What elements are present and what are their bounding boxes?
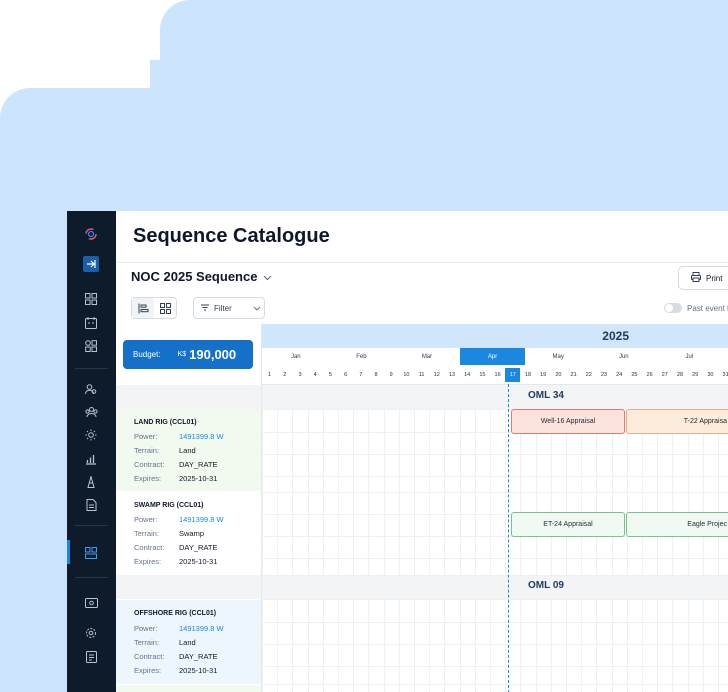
rig-contract: DAY_RATE: [179, 543, 218, 552]
filter-label: Filter: [214, 303, 232, 313]
billing-icon[interactable]: [83, 595, 99, 611]
rig-expires-row: Expires: 2025-10-31: [134, 474, 218, 483]
rig-expires-row: Expires: 2025-10-31: [134, 666, 218, 675]
rig-contract-row: Contract: DAY_RATE: [134, 652, 218, 661]
event-bar[interactable]: ET-24 Appraisal: [511, 512, 625, 537]
rig-power-row: Power: 1491399.8 W: [134, 624, 224, 633]
rig-expires-row: Expires: 2025-10-31: [134, 557, 218, 566]
settings-icon[interactable]: [83, 625, 99, 641]
rig-contract-row: Contract: DAY_RATE: [134, 543, 218, 552]
dashboard-icon[interactable]: [83, 291, 99, 307]
header-divider: [116, 262, 728, 263]
timeline-view-icon[interactable]: [132, 298, 154, 318]
rig-name: OFFSHORE RIG (CCL01): [134, 610, 217, 617]
view-toggle: [131, 297, 177, 319]
rig-contract: DAY_RATE: [179, 460, 218, 469]
event-bar[interactable]: Eagle Projec: [626, 512, 728, 537]
rig-terrain: Swamp: [179, 529, 205, 538]
page-title: Sequence Catalogue: [133, 225, 330, 247]
toggle-switch[interactable]: [664, 303, 682, 313]
budget-card: Budget: K$ 190,000: [123, 340, 253, 369]
rig-power-row: Power: 1491399.8 W: [134, 432, 224, 441]
rig-card-swamp[interactable]: SWAMP RIG (CCL01) Power: 1491399.8 W Terr…: [116, 492, 261, 575]
sequence-name: NOC 2025 Sequence: [131, 269, 258, 284]
rig-icon[interactable]: [83, 474, 99, 490]
chevron-down-icon: [263, 269, 272, 284]
rig-card-land[interactable]: LAND RIG (CCL01) Power: 1491399.8 W Terra…: [116, 409, 261, 491]
event-bar[interactable]: T-22 Appraisa: [626, 409, 728, 434]
modules-icon[interactable]: [83, 338, 99, 354]
rig-power: 1491399.8 W: [179, 624, 224, 633]
rig-terrain-row: Terrain: Land: [134, 446, 196, 455]
sequence-selector[interactable]: NOC 2025 Sequence: [131, 269, 272, 284]
past-events-toggle[interactable]: Past event t: [664, 303, 728, 313]
budget-label: Budget:: [133, 350, 161, 359]
gantt-grid: [262, 384, 728, 692]
calendar-icon[interactable]: [83, 315, 99, 331]
rig-name: SWAMP RIG (CCL01): [134, 502, 204, 509]
chevron-down-icon: [253, 304, 261, 313]
rig-power-row: Power: 1491399.8 W: [134, 515, 224, 524]
rig-expires: 2025-10-31: [179, 666, 218, 675]
rig-terrain-row: Terrain: Swamp: [134, 529, 205, 538]
screenshot-stage: Sequence Catalogue NOC 2025 Sequence Pri…: [0, 0, 728, 692]
analytics-icon[interactable]: [83, 451, 99, 467]
team-icon[interactable]: [83, 404, 99, 420]
document-icon[interactable]: [83, 497, 99, 513]
background-shape-fill: [150, 60, 728, 120]
past-events-label: Past event t: [687, 303, 728, 313]
rig-contract: DAY_RATE: [179, 652, 218, 661]
budget-currency: K$: [177, 351, 187, 358]
rig-terrain: Land: [179, 638, 196, 647]
rig-terrain-row: Terrain: Land: [134, 638, 196, 647]
filter-dropdown[interactable]: Filter: [193, 297, 265, 319]
expand-sidebar-icon[interactable]: [83, 256, 99, 272]
filter-icon: [201, 304, 209, 313]
rig-card-next: [116, 685, 261, 692]
weather-icon[interactable]: [83, 427, 99, 443]
rig-terrain: Land: [179, 446, 196, 455]
budget-amount: 190,000: [189, 347, 237, 362]
sidebar-divider: [75, 368, 108, 369]
print-button[interactable]: Print: [678, 266, 728, 290]
rig-expires: 2025-10-31: [179, 557, 218, 566]
rig-contract-row: Contract: DAY_RATE: [134, 460, 218, 469]
print-label: Print: [706, 273, 723, 283]
gantt-timeline: 2025 Jan Feb Mar Apr May Jun Jul 1 2 3 4 5 6 7 8 9 10 11…: [262, 324, 728, 692]
sidebar-divider: [75, 577, 108, 578]
rig-power: 1491399.8 W: [179, 515, 224, 524]
app-main: Sequence Catalogue NOC 2025 Sequence Pri…: [116, 211, 728, 692]
grid-view-icon[interactable]: [154, 298, 176, 318]
sequence-icon[interactable]: [83, 545, 99, 561]
app-logo-icon[interactable]: [83, 226, 99, 242]
today-marker-line: [508, 369, 509, 692]
event-bar[interactable]: Well-16 Appraisal: [511, 409, 625, 434]
sidebar-active-indicator: [67, 540, 70, 564]
rig-expires: 2025-10-31: [179, 474, 218, 483]
sidebar: [67, 211, 116, 692]
rig-power: 1491399.8 W: [179, 432, 224, 441]
notes-icon[interactable]: [83, 649, 99, 665]
rig-name: LAND RIG (CCL01): [134, 419, 197, 426]
printer-icon: [691, 272, 701, 284]
users-icon[interactable]: [83, 381, 99, 397]
sidebar-divider: [75, 525, 108, 526]
rig-card-offshore[interactable]: OFFSHORE RIG (CCL01) Power: 1491399.8 W T…: [116, 600, 261, 684]
